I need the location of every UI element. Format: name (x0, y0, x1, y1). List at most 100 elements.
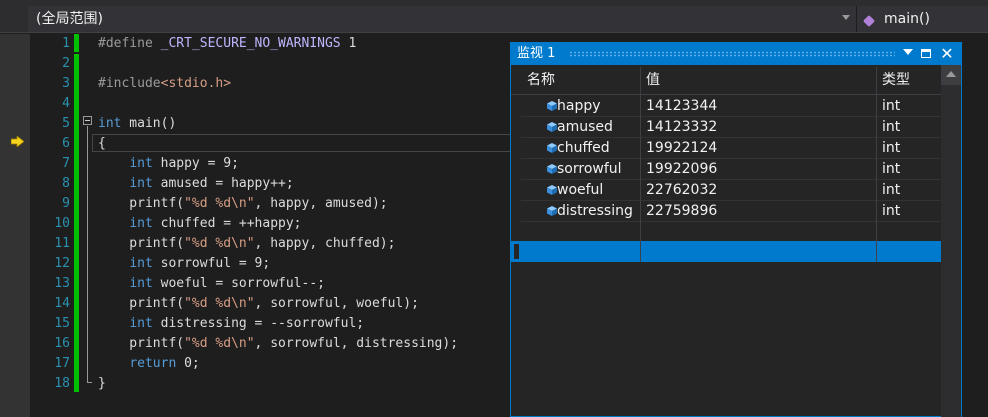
code-line[interactable]: int main() (98, 114, 176, 134)
watch-name[interactable]: amused (557, 117, 650, 138)
line-number: 7 (62, 156, 70, 171)
watch-row[interactable]: amused 14123332 int (521, 117, 941, 138)
watch-value[interactable]: 14123344 (646, 96, 876, 117)
change-bar-saved (74, 54, 79, 392)
watch-title: 监视 1 (517, 46, 556, 61)
code-line[interactable]: printf("%d %d\n", sorrowful, distressing… (98, 334, 458, 354)
scrollbar-track[interactable] (941, 85, 961, 417)
watch-value[interactable]: 19922096 (646, 159, 876, 180)
watch-title-bar[interactable]: 监视 1 ✕ (511, 43, 961, 65)
new-watch-row[interactable] (511, 241, 941, 262)
line-number: 9 (62, 196, 70, 211)
line-number: 14 (54, 296, 70, 311)
line-number: 6 (62, 136, 70, 151)
variable-cube-icon (547, 143, 557, 153)
cell-separator (876, 159, 877, 180)
column-header-type[interactable]: 类型 (876, 65, 941, 95)
line-number: 17 (54, 356, 70, 371)
watch-value[interactable]: 19922124 (646, 138, 876, 159)
line-number: 11 (54, 236, 70, 251)
code-line[interactable]: int distressing = --sorrowful; (98, 314, 364, 334)
column-header-name[interactable]: 名称 (511, 65, 640, 95)
cell-separator (640, 241, 641, 262)
function-dropdown[interactable]: main() (858, 6, 988, 32)
watch-name[interactable]: distressing (557, 201, 650, 222)
cell-separator (640, 96, 641, 117)
variable-cube-icon (547, 122, 557, 132)
watch-type: int (882, 98, 901, 114)
watch-type: int (882, 140, 901, 156)
collapse-icon[interactable] (83, 116, 92, 125)
line-number: 1 (62, 36, 70, 51)
code-line[interactable]: int chuffed = ++happy; (98, 214, 301, 234)
code-line[interactable]: #include<stdio.h> (98, 74, 231, 94)
line-number: 2 (62, 56, 70, 71)
line-number: 8 (62, 176, 70, 191)
watch-row[interactable]: happy 14123344 int (521, 96, 941, 117)
cell-separator (640, 159, 641, 180)
cell-separator (876, 241, 877, 262)
line-number: 4 (62, 96, 70, 111)
watch-value[interactable]: 22759896 (646, 201, 876, 222)
cell-separator (876, 201, 877, 222)
navbar-separator (856, 6, 857, 32)
watch-value[interactable]: 22762032 (646, 180, 876, 201)
cell-separator (640, 201, 641, 222)
watch-name[interactable]: chuffed (557, 138, 650, 159)
watch-row[interactable]: sorrowful 19922096 int (521, 159, 941, 180)
glyph-margin[interactable] (0, 34, 30, 417)
watch-value[interactable]: 14123332 (646, 117, 876, 138)
code-line[interactable]: printf("%d %d\n", happy, chuffed); (98, 234, 395, 254)
watch-row[interactable]: chuffed 19922124 int (521, 138, 941, 159)
watch-name[interactable]: happy (557, 96, 650, 117)
outline-line (87, 126, 88, 382)
line-number-column: 1 2 3 4 5 6 7 8 9 10 11 12 13 14 15 16 17 18 (30, 34, 74, 417)
watch-window[interactable]: 监视 1 ✕ 名称 值 类型 happy 14123344 int amused 141… (510, 42, 962, 417)
watch-name[interactable]: sorrowful (557, 159, 650, 180)
cell-separator (640, 180, 641, 201)
variable-cube-icon (547, 206, 557, 216)
variable-cube-icon (547, 164, 557, 174)
column-header-name-label: 名称 (527, 72, 555, 88)
scope-dropdown[interactable]: (全局范围) (28, 6, 858, 32)
line-number: 13 (54, 276, 70, 291)
line-number: 16 (54, 336, 70, 351)
code-line[interactable]: int happy = 9; (98, 154, 239, 174)
scroll-up-icon[interactable] (946, 71, 956, 77)
scope-label: (全局范围) (36, 11, 103, 27)
outline-end (87, 382, 92, 383)
column-header-value[interactable]: 值 (640, 65, 876, 95)
function-label: main() (884, 11, 930, 27)
code-line[interactable]: #define _CRT_SECURE_NO_WARNINGS 1 (98, 34, 356, 54)
code-line[interactable]: printf("%d %d\n", happy, amused); (98, 194, 387, 214)
line-number: 3 (62, 76, 70, 91)
change-bar-saved (74, 34, 79, 52)
watch-row[interactable]: distressing 22759896 int (521, 201, 941, 222)
watch-name[interactable]: woeful (557, 180, 650, 201)
window-position-chevron-down-icon[interactable] (903, 49, 913, 55)
vertical-scrollbar[interactable] (941, 65, 961, 417)
scope-chevron-down-icon[interactable] (842, 15, 850, 20)
drag-grip[interactable] (569, 51, 895, 57)
watch-type: int (882, 203, 901, 219)
code-line[interactable]: } (98, 374, 106, 394)
code-line[interactable]: printf("%d %d\n", sorrowful, woeful); (98, 294, 419, 314)
close-icon[interactable]: ✕ (939, 43, 955, 65)
code-line[interactable]: { (98, 134, 106, 154)
watch-type: int (882, 161, 901, 177)
code-line[interactable]: int woeful = sorrowful--; (98, 274, 325, 294)
watch-row[interactable]: woeful 22762032 int (521, 180, 941, 201)
cell-separator (876, 180, 877, 201)
code-line[interactable]: return 0; (98, 354, 199, 374)
code-line[interactable]: int sorrowful = 9; (98, 254, 270, 274)
cell-separator (876, 96, 877, 117)
column-header-value-label: 值 (646, 72, 660, 88)
code-line[interactable]: int amused = happy++; (98, 174, 293, 194)
maximize-icon[interactable] (921, 49, 931, 58)
navigation-bar: (全局范围) main() (0, 6, 988, 33)
editor-right-margin (962, 34, 988, 417)
line-number: 12 (54, 256, 70, 271)
current-line-highlight (92, 134, 512, 152)
watch-grid[interactable]: 名称 值 类型 happy 14123344 int amused 14123332 in… (511, 65, 941, 417)
line-number: 15 (54, 316, 70, 331)
